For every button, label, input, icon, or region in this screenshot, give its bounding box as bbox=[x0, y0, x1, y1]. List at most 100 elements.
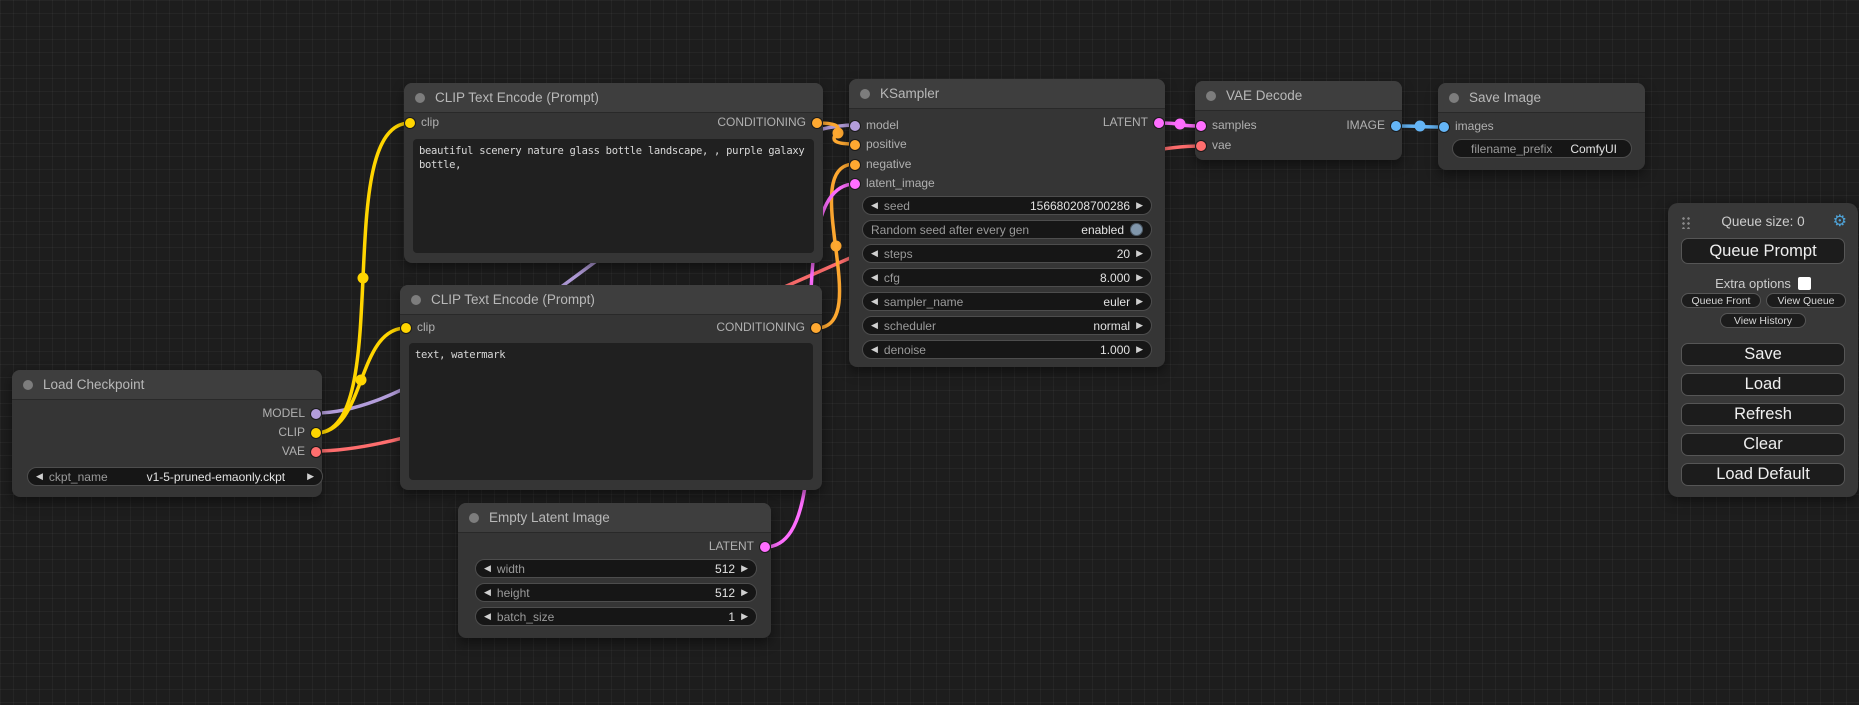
view-queue-button[interactable]: View Queue bbox=[1766, 293, 1846, 308]
conditioning-slot-icon[interactable] bbox=[812, 118, 822, 128]
queue-prompt-button[interactable]: Queue Prompt bbox=[1681, 238, 1845, 264]
scheduler-widget[interactable]: ◀ scheduler normal ▶ bbox=[862, 316, 1152, 335]
latent-slot-icon[interactable] bbox=[760, 542, 770, 552]
output-slot-image[interactable]: IMAGE bbox=[1346, 116, 1402, 135]
clip-slot-icon[interactable] bbox=[401, 323, 411, 333]
load-default-button[interactable]: Load Default bbox=[1681, 463, 1845, 486]
node-load-checkpoint[interactable]: Load Checkpoint MODEL CLIP VAE ◀ ckpt_na… bbox=[12, 370, 322, 497]
settings-gear-icon[interactable]: ⚙ bbox=[1833, 212, 1847, 232]
node-clip-text-encode-negative[interactable]: CLIP Text Encode (Prompt) clip CONDITION… bbox=[400, 285, 822, 490]
cfg-widget[interactable]: ◀ cfg 8.000 ▶ bbox=[862, 268, 1152, 287]
input-slot-negative[interactable]: negative bbox=[849, 155, 911, 174]
node-title-bar[interactable]: Empty Latent Image bbox=[458, 503, 771, 533]
decrement-arrow-icon[interactable]: ◀ bbox=[871, 197, 878, 214]
input-slot-vae[interactable]: vae bbox=[1195, 136, 1231, 155]
node-vae-decode[interactable]: VAE Decode samples IMAGE vae bbox=[1195, 81, 1402, 160]
node-title-bar[interactable]: CLIP Text Encode (Prompt) bbox=[400, 285, 822, 315]
increment-arrow-icon[interactable]: ▶ bbox=[741, 584, 748, 601]
denoise-widget[interactable]: ◀ denoise 1.000 ▶ bbox=[862, 340, 1152, 359]
increment-arrow-icon[interactable]: ▶ bbox=[1136, 269, 1143, 286]
seed-widget[interactable]: ◀ seed 156680208700286 ▶ bbox=[862, 196, 1152, 215]
collapse-dot-icon[interactable] bbox=[860, 89, 870, 99]
image-slot-icon[interactable] bbox=[1391, 121, 1401, 131]
increment-arrow-icon[interactable]: ▶ bbox=[1136, 341, 1143, 358]
width-widget[interactable]: ◀ width 512 ▶ bbox=[475, 559, 757, 578]
collapse-dot-icon[interactable] bbox=[415, 93, 425, 103]
collapse-dot-icon[interactable] bbox=[1449, 93, 1459, 103]
increment-arrow-icon[interactable]: ▶ bbox=[741, 608, 748, 625]
increment-arrow-icon[interactable]: ▶ bbox=[307, 468, 314, 485]
ckpt-name-widget[interactable]: ◀ ckpt_name v1-5-pruned-emaonly.ckpt ▶ bbox=[27, 467, 323, 486]
collapse-dot-icon[interactable] bbox=[23, 380, 33, 390]
increment-arrow-icon[interactable]: ▶ bbox=[1136, 197, 1143, 214]
load-button[interactable]: Load bbox=[1681, 373, 1845, 396]
increment-arrow-icon[interactable]: ▶ bbox=[1136, 317, 1143, 334]
input-slot-model[interactable]: model bbox=[849, 116, 899, 135]
vae-slot-icon[interactable] bbox=[311, 447, 321, 457]
refresh-button[interactable]: Refresh bbox=[1681, 403, 1845, 426]
steps-widget[interactable]: ◀ steps 20 ▶ bbox=[862, 244, 1152, 263]
increment-arrow-icon[interactable]: ▶ bbox=[741, 560, 748, 577]
decrement-arrow-icon[interactable]: ◀ bbox=[484, 584, 491, 601]
model-slot-icon[interactable] bbox=[311, 409, 321, 419]
node-title-bar[interactable]: Save Image bbox=[1438, 83, 1645, 113]
filename-prefix-widget[interactable]: filename_prefix ComfyUI bbox=[1452, 139, 1632, 158]
random-seed-toggle[interactable]: Random seed after every gen enabled bbox=[862, 220, 1152, 239]
latent-slot-icon[interactable] bbox=[850, 179, 860, 189]
input-slot-latent-image[interactable]: latent_image bbox=[849, 174, 935, 193]
collapse-dot-icon[interactable] bbox=[1206, 91, 1216, 101]
node-title-bar[interactable]: Load Checkpoint bbox=[12, 370, 322, 400]
node-ksampler[interactable]: KSampler LATENT model positive negative … bbox=[849, 79, 1165, 367]
collapse-dot-icon[interactable] bbox=[469, 513, 479, 523]
conditioning-slot-icon[interactable] bbox=[811, 323, 821, 333]
decrement-arrow-icon[interactable]: ◀ bbox=[36, 468, 43, 485]
node-title-bar[interactable]: VAE Decode bbox=[1195, 81, 1402, 111]
queue-panel[interactable]: Queue size: 0 ⚙ Queue Prompt Extra optio… bbox=[1668, 203, 1858, 497]
collapse-dot-icon[interactable] bbox=[411, 295, 421, 305]
node-empty-latent-image[interactable]: Empty Latent Image LATENT ◀ width 512 ▶ … bbox=[458, 503, 771, 638]
sampler-name-widget[interactable]: ◀ sampler_name euler ▶ bbox=[862, 292, 1152, 311]
extra-options-checkbox[interactable] bbox=[1798, 277, 1811, 290]
output-slot-conditioning[interactable]: CONDITIONING bbox=[716, 318, 822, 337]
conditioning-slot-icon[interactable] bbox=[850, 140, 860, 150]
decrement-arrow-icon[interactable]: ◀ bbox=[871, 269, 878, 286]
queue-front-button[interactable]: Queue Front bbox=[1681, 293, 1761, 308]
drag-handle-icon[interactable] bbox=[1681, 216, 1690, 229]
node-title-bar[interactable]: KSampler bbox=[849, 79, 1165, 109]
output-slot-model[interactable]: MODEL bbox=[262, 404, 322, 423]
model-slot-icon[interactable] bbox=[850, 121, 860, 131]
view-history-button[interactable]: View History bbox=[1720, 313, 1806, 328]
prompt-text-area[interactable]: text, watermark bbox=[409, 343, 813, 480]
save-button[interactable]: Save bbox=[1681, 343, 1845, 366]
vae-slot-icon[interactable] bbox=[1196, 141, 1206, 151]
conditioning-slot-icon[interactable] bbox=[850, 160, 860, 170]
output-slot-vae[interactable]: VAE bbox=[282, 442, 322, 461]
decrement-arrow-icon[interactable]: ◀ bbox=[871, 341, 878, 358]
latent-slot-icon[interactable] bbox=[1196, 121, 1206, 131]
toggle-knob-icon[interactable] bbox=[1130, 223, 1143, 236]
decrement-arrow-icon[interactable]: ◀ bbox=[871, 317, 878, 334]
node-graph-canvas[interactable]: Load Checkpoint MODEL CLIP VAE ◀ ckpt_na… bbox=[0, 0, 1859, 705]
input-slot-images[interactable]: images bbox=[1438, 117, 1494, 136]
output-slot-conditioning[interactable]: CONDITIONING bbox=[717, 113, 823, 132]
output-slot-clip[interactable]: CLIP bbox=[278, 423, 322, 442]
decrement-arrow-icon[interactable]: ◀ bbox=[871, 245, 878, 262]
height-widget[interactable]: ◀ height 512 ▶ bbox=[475, 583, 757, 602]
node-save-image[interactable]: Save Image images filename_prefix ComfyU… bbox=[1438, 83, 1645, 170]
batch-size-widget[interactable]: ◀ batch_size 1 ▶ bbox=[475, 607, 757, 626]
input-slot-clip[interactable]: clip bbox=[404, 113, 439, 132]
increment-arrow-icon[interactable]: ▶ bbox=[1136, 245, 1143, 262]
output-slot-latent[interactable]: LATENT bbox=[709, 537, 771, 556]
decrement-arrow-icon[interactable]: ◀ bbox=[484, 608, 491, 625]
clip-slot-icon[interactable] bbox=[405, 118, 415, 128]
increment-arrow-icon[interactable]: ▶ bbox=[1136, 293, 1143, 310]
prompt-text-area[interactable]: beautiful scenery nature glass bottle la… bbox=[413, 139, 814, 253]
image-slot-icon[interactable] bbox=[1439, 122, 1449, 132]
input-slot-samples[interactable]: samples bbox=[1195, 116, 1257, 135]
decrement-arrow-icon[interactable]: ◀ bbox=[871, 293, 878, 310]
node-title-bar[interactable]: CLIP Text Encode (Prompt) bbox=[404, 83, 823, 113]
clip-slot-icon[interactable] bbox=[311, 428, 321, 438]
decrement-arrow-icon[interactable]: ◀ bbox=[484, 560, 491, 577]
clear-button[interactable]: Clear bbox=[1681, 433, 1845, 456]
node-clip-text-encode-positive[interactable]: CLIP Text Encode (Prompt) clip CONDITION… bbox=[404, 83, 823, 263]
